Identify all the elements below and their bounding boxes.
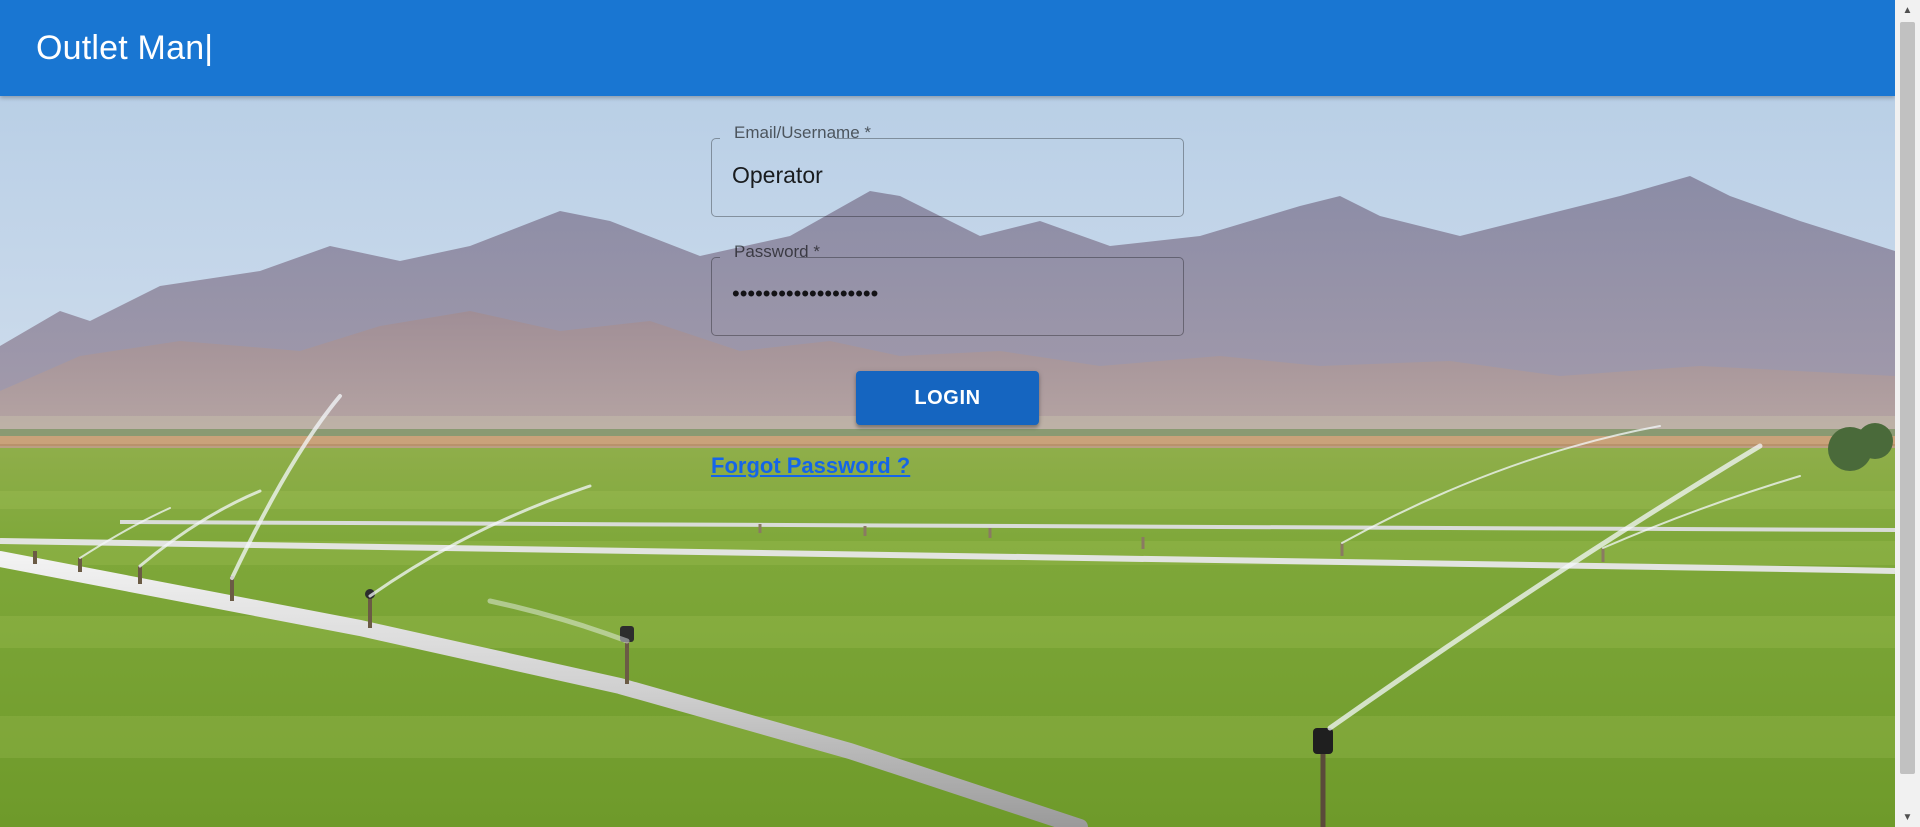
login-button[interactable]: LOGIN [856, 371, 1039, 425]
scrollbar-thumb[interactable] [1900, 22, 1915, 774]
chevron-up-icon[interactable]: ▲ [1895, 0, 1920, 20]
app-bar: Outlet Man| [0, 0, 1895, 96]
email-input[interactable] [711, 133, 1184, 217]
forgot-password-link[interactable]: Forgot Password ? [711, 453, 910, 479]
password-field-wrapper: Password * Password * [711, 242, 1184, 336]
password-input[interactable] [711, 252, 1184, 336]
login-form: Email/Username * Email/Username * Passwo… [711, 123, 1184, 479]
email-field-wrapper: Email/Username * Email/Username * [711, 123, 1184, 217]
chevron-down-icon[interactable]: ▼ [1895, 807, 1920, 827]
login-button-row: LOGIN [711, 371, 1184, 425]
vertical-scrollbar[interactable]: ▲ ▼ [1895, 0, 1920, 827]
app-title: Outlet Man| [36, 28, 214, 67]
app-window: Outlet Man| Email/Username * Operator Pa… [0, 0, 1895, 827]
